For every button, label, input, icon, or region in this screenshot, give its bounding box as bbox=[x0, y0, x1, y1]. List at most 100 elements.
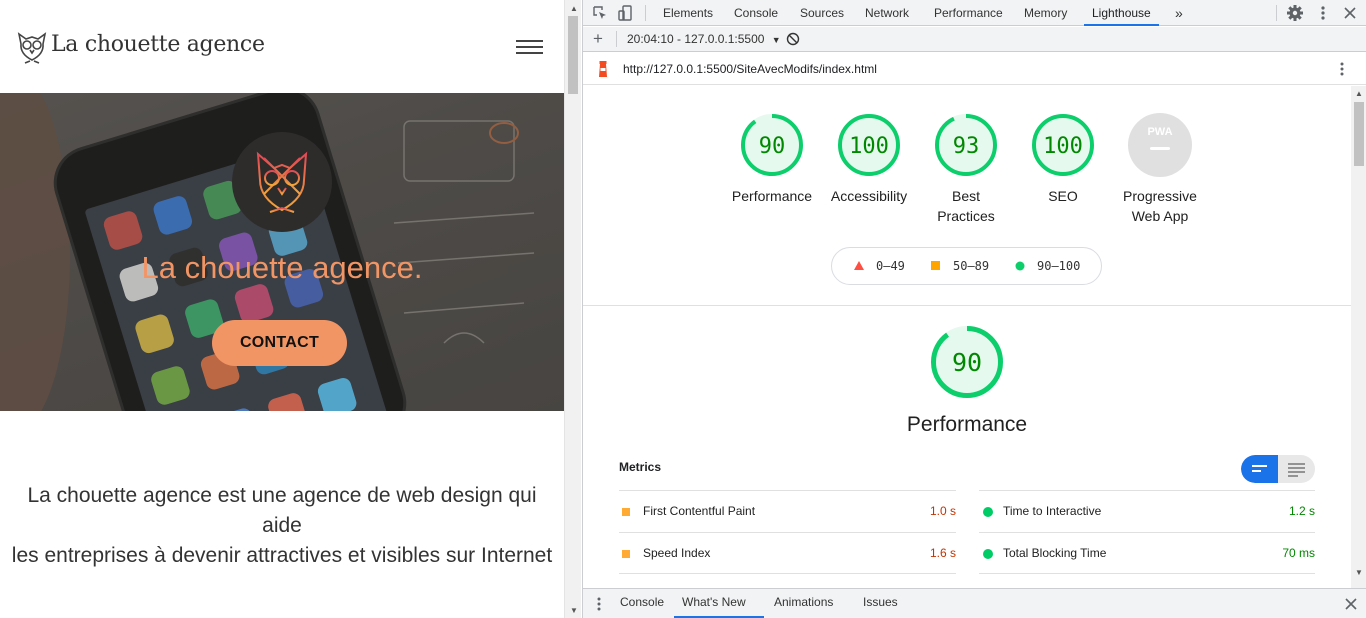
legend-pass: 90–100 bbox=[1015, 259, 1080, 273]
gauge-score: PWA bbox=[1147, 126, 1172, 138]
tab-sources[interactable]: Sources bbox=[792, 0, 852, 26]
tab-memory[interactable]: Memory bbox=[1016, 0, 1075, 26]
metric-value: 70 ms bbox=[1282, 546, 1315, 560]
report-selector-value: 20:04:10 - 127.0.0.1:5500 bbox=[627, 32, 765, 46]
drawer-tab-whats-new-label: What's New bbox=[682, 595, 746, 609]
pwa-dash-icon bbox=[1150, 147, 1170, 150]
legend-fail-range: 0–49 bbox=[876, 259, 905, 273]
gauge-label-line: Progressive bbox=[1123, 188, 1197, 204]
pwa-badge-icon bbox=[1128, 113, 1192, 177]
metric-row: Speed Index 1.6 s bbox=[619, 532, 956, 574]
tab-lighthouse[interactable]: Lighthouse bbox=[1084, 0, 1159, 26]
gauge-label-best-practices[interactable]: Best Practices bbox=[916, 186, 1016, 226]
hamburger-menu-icon[interactable] bbox=[516, 39, 544, 55]
gauge-accessibility[interactable]: 100 bbox=[837, 113, 901, 177]
new-report-plus-icon[interactable]: + bbox=[593, 29, 603, 49]
section-divider bbox=[583, 305, 1351, 306]
site-scrollbar-thumb[interactable] bbox=[568, 16, 578, 94]
tab-console[interactable]: Console bbox=[726, 0, 786, 26]
hero-owl-badge bbox=[232, 132, 332, 232]
toolbar-separator bbox=[616, 31, 617, 47]
gauge-performance[interactable]: 90 bbox=[740, 113, 804, 177]
gauge-score: 100 bbox=[849, 134, 889, 159]
gauge-label-seo[interactable]: SEO bbox=[1013, 186, 1113, 206]
drawer-tab-console[interactable]: Console bbox=[620, 589, 664, 618]
close-drawer-icon[interactable] bbox=[1344, 597, 1358, 611]
clear-all-icon[interactable] bbox=[786, 32, 800, 46]
metric-row: Total Blocking Time 70 ms bbox=[979, 532, 1315, 574]
owl-logo-icon[interactable] bbox=[16, 30, 48, 66]
drawer-tab-animations[interactable]: Animations bbox=[774, 589, 833, 618]
metric-row: Time to Interactive 1.2 s bbox=[979, 490, 1315, 532]
report-menu-icon[interactable] bbox=[1335, 61, 1349, 77]
gauge-label-progressive-web-app[interactable]: Progressive Web App bbox=[1110, 186, 1210, 226]
gauge-label-line: Practices bbox=[937, 208, 995, 224]
intro-text-content: La chouette agence est une agence de web… bbox=[11, 484, 553, 567]
lighthouse-report: 90 Performance 100 Accessibility 93 Best Pract… bbox=[583, 86, 1351, 588]
scroll-down-arrow-icon[interactable]: ▼ bbox=[570, 606, 578, 615]
gauge-progressive-web-app[interactable]: PWA bbox=[1128, 113, 1192, 177]
site-brand[interactable]: La chouette agence bbox=[51, 32, 265, 57]
devtools-tab-bar: Elements Console Sources Network Perform… bbox=[583, 0, 1366, 26]
device-toolbar-icon[interactable] bbox=[617, 4, 635, 22]
average-square-icon bbox=[622, 508, 630, 516]
average-square-icon bbox=[931, 261, 940, 270]
tab-separator bbox=[1276, 5, 1277, 21]
scroll-down-arrow-icon[interactable]: ▼ bbox=[1355, 568, 1363, 577]
settings-gear-icon[interactable] bbox=[1286, 4, 1304, 22]
site-preview: La chouette agence La chouette agence. C… bbox=[0, 0, 564, 618]
tab-separator bbox=[645, 5, 646, 21]
detailed-lines-icon[interactable] bbox=[1278, 455, 1315, 483]
gauge-label-accessibility[interactable]: Accessibility bbox=[819, 186, 919, 206]
gauge-label-line: Best bbox=[951, 188, 980, 204]
drawer-tab-bar: Console What's New × Animations Issues bbox=[583, 588, 1366, 618]
metrics-heading: Metrics bbox=[619, 460, 662, 474]
metrics-view-toggle[interactable] bbox=[1241, 455, 1315, 483]
intro-text: La chouette agence est une agence de web… bbox=[10, 481, 554, 571]
more-tabs-chevron-icon[interactable]: » bbox=[1167, 0, 1191, 26]
average-square-icon bbox=[622, 550, 630, 558]
report-scrollbar[interactable]: ▲ ▼ bbox=[1351, 86, 1366, 588]
gauge-label-performance[interactable]: Performance bbox=[722, 186, 822, 206]
close-tab-icon[interactable]: × bbox=[686, 614, 694, 618]
gauge-seo[interactable]: 100 bbox=[1031, 113, 1095, 177]
metric-name: Total Blocking Time bbox=[1003, 546, 1107, 560]
pass-circle-icon bbox=[1015, 261, 1025, 271]
gauge-score: 93 bbox=[953, 134, 980, 159]
gauge-label-line: Web App bbox=[1131, 208, 1189, 224]
performance-title: Performance bbox=[906, 413, 1028, 436]
legend-average-range: 50–89 bbox=[953, 259, 990, 273]
toggle-summary-view[interactable] bbox=[1241, 455, 1278, 483]
legend-average: 50–89 bbox=[931, 259, 989, 273]
score-legend: 0–49 50–89 90–100 bbox=[831, 247, 1102, 285]
report-selector[interactable]: 20:04:10 - 127.0.0.1:5500 ▼ bbox=[627, 32, 781, 46]
scroll-up-arrow-icon[interactable]: ▲ bbox=[1355, 89, 1363, 98]
site-scrollbar[interactable]: ▲ ▼ bbox=[564, 0, 581, 618]
drawer-tab-issues[interactable]: Issues bbox=[863, 589, 898, 618]
contact-button[interactable]: CONTACT bbox=[212, 320, 347, 366]
hero-banner: La chouette agence. CONTACT bbox=[0, 93, 564, 411]
metric-name: Speed Index bbox=[643, 546, 711, 560]
customize-menu-icon[interactable] bbox=[1314, 4, 1332, 22]
gauge-score: 90 bbox=[952, 348, 982, 377]
gauge-best-practices[interactable]: 93 bbox=[934, 113, 998, 177]
legend-fail: 0–49 bbox=[854, 259, 905, 273]
dropdown-arrow-icon: ▼ bbox=[771, 35, 781, 45]
lighthouse-toolbar: + 20:04:10 - 127.0.0.1:5500 ▼ bbox=[583, 27, 1366, 52]
metric-row: First Contentful Paint 1.0 s bbox=[619, 490, 956, 532]
drawer-menu-icon[interactable] bbox=[592, 596, 606, 612]
inspect-element-icon[interactable] bbox=[591, 4, 609, 22]
drawer-tab-whats-new[interactable]: What's New × bbox=[674, 589, 764, 618]
tab-network[interactable]: Network bbox=[857, 0, 917, 26]
scroll-up-arrow-icon[interactable]: ▲ bbox=[570, 4, 578, 13]
performance-main-gauge[interactable]: 90 bbox=[930, 325, 1004, 399]
site-header: La chouette agence bbox=[0, 0, 564, 93]
metric-name: Time to Interactive bbox=[1003, 504, 1102, 518]
screen: La chouette agence La chouette agence. C… bbox=[0, 0, 1366, 618]
metric-value: 1.6 s bbox=[929, 546, 956, 560]
report-scrollbar-thumb[interactable] bbox=[1354, 102, 1364, 166]
close-devtools-icon[interactable] bbox=[1341, 4, 1359, 22]
tab-performance[interactable]: Performance bbox=[926, 0, 1011, 26]
tab-elements[interactable]: Elements bbox=[655, 0, 721, 26]
owl-emblem-icon bbox=[256, 151, 308, 213]
